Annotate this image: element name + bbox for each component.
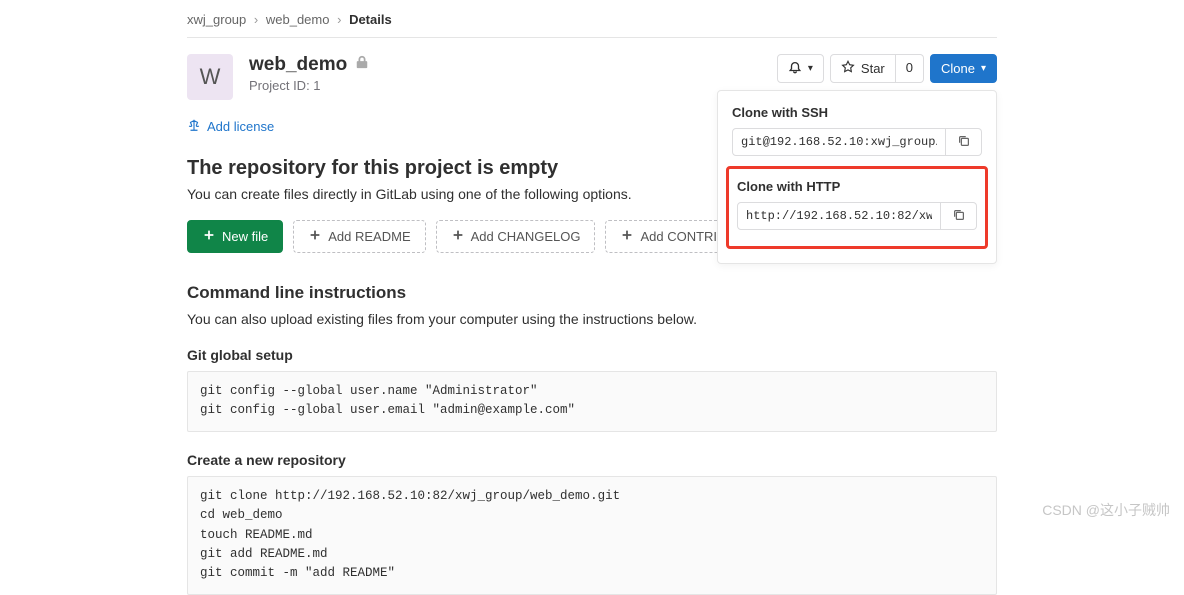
new-file-button[interactable]: New file (187, 220, 283, 253)
add-license-link[interactable]: Add license (187, 118, 274, 135)
git-setup-heading: Git global setup (187, 347, 997, 363)
project-title: web_demo (249, 54, 347, 76)
create-repo-code[interactable]: git clone http://192.168.52.10:82/xwj_gr… (187, 476, 997, 595)
git-setup-code[interactable]: git config --global user.name "Administr… (187, 371, 997, 432)
breadcrumb: xwj_group › web_demo › Details (187, 8, 997, 38)
add-license-label: Add license (207, 119, 274, 134)
clone-label: Clone (941, 61, 975, 76)
star-button[interactable]: Star (830, 54, 896, 83)
add-readme-label: Add README (328, 229, 410, 244)
plus-icon (451, 228, 465, 245)
create-repo-heading: Create a new repository (187, 452, 997, 468)
plus-icon (620, 228, 634, 245)
clone-button[interactable]: Clone ▾ (930, 54, 997, 83)
plus-icon (202, 228, 216, 245)
watermark: CSDN @这小子贼帅 (1042, 500, 1170, 520)
cli-subtext: You can also upload existing files from … (187, 311, 997, 327)
add-changelog-button[interactable]: Add CHANGELOG (436, 220, 596, 253)
scales-icon (187, 118, 201, 135)
notifications-dropdown[interactable]: ▾ (777, 54, 824, 83)
clone-http-label: Clone with HTTP (737, 179, 977, 194)
copy-http-button[interactable] (941, 202, 977, 230)
project-avatar: W (187, 54, 233, 100)
plus-icon (308, 228, 322, 245)
breadcrumb-sep: › (250, 12, 262, 27)
clone-http-highlight: Clone with HTTP (726, 166, 988, 249)
clone-ssh-input[interactable] (732, 128, 946, 156)
clone-dropdown-panel: Clone with SSH Clone with HTTP (717, 90, 997, 264)
add-changelog-label: Add CHANGELOG (471, 229, 581, 244)
lock-icon (355, 57, 369, 72)
star-count: 0 (896, 54, 924, 83)
chevron-down-icon: ▾ (808, 63, 813, 74)
breadcrumb-group[interactable]: xwj_group (187, 12, 246, 27)
add-readme-button[interactable]: Add README (293, 220, 425, 253)
project-id-label: Project ID: 1 (249, 78, 369, 93)
copy-ssh-button[interactable] (946, 128, 982, 156)
chevron-down-icon: ▾ (981, 63, 986, 74)
bell-icon (788, 60, 802, 77)
new-file-label: New file (222, 229, 268, 244)
copy-icon (957, 134, 971, 151)
clone-http-input[interactable] (737, 202, 941, 230)
copy-icon (952, 208, 966, 225)
breadcrumb-project[interactable]: web_demo (266, 12, 330, 27)
clone-ssh-label: Clone with SSH (732, 105, 982, 120)
breadcrumb-sep: › (333, 12, 345, 27)
breadcrumb-current: Details (349, 12, 392, 27)
cli-heading: Command line instructions (187, 283, 997, 303)
star-icon (841, 60, 855, 77)
star-label: Star (861, 61, 885, 76)
